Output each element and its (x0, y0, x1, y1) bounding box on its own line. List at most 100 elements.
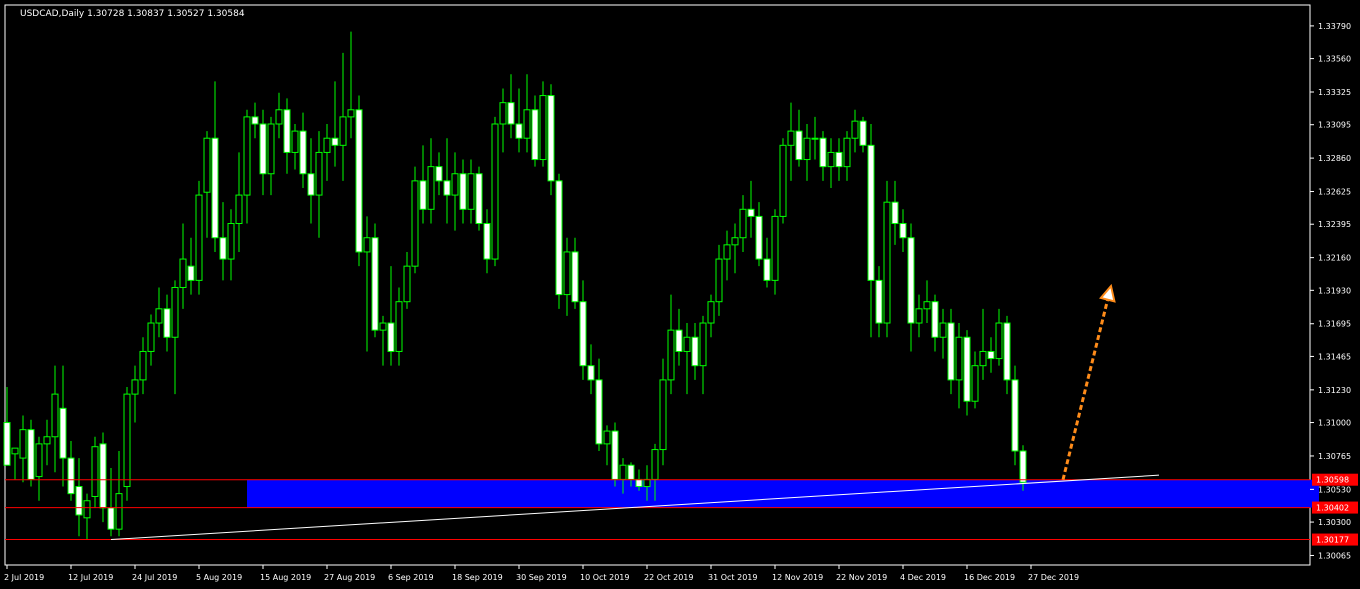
candle (27, 419, 35, 487)
candle (475, 166, 483, 231)
level-label: 1.30598 (1316, 476, 1349, 485)
candle-body (3, 422, 11, 466)
candle-body (611, 430, 619, 480)
y-tick-label: 1.31000 (1318, 419, 1351, 428)
candle-body (123, 393, 131, 488)
candle-body (515, 123, 523, 139)
candle (355, 95, 363, 267)
zone-layer (247, 479, 1319, 508)
level-label: 1.30177 (1316, 536, 1349, 545)
candle (555, 173, 563, 309)
candle-body (947, 322, 955, 381)
candle-body (835, 151, 843, 168)
y-tick-label: 1.31930 (1318, 286, 1351, 295)
candle-body (211, 137, 219, 239)
x-tick-label: 10 Oct 2019 (580, 573, 629, 582)
x-tick-label: 12 Jul 2019 (68, 573, 113, 582)
y-tick-label: 1.33790 (1318, 22, 1351, 31)
x-tick-label: 31 Oct 2019 (708, 573, 757, 582)
candle-body (499, 102, 507, 125)
candle (411, 166, 419, 274)
candle-body (699, 322, 707, 367)
candle-body (867, 144, 875, 281)
candle (123, 387, 131, 501)
candle-body (75, 486, 83, 516)
candle-body (387, 322, 395, 352)
candle (1011, 365, 1019, 466)
candle-body (43, 436, 51, 445)
candle-body (363, 237, 371, 253)
candle-body (715, 258, 723, 303)
candle (547, 84, 555, 196)
candle-body (987, 350, 995, 360)
support-zone (247, 479, 1319, 508)
candle-body (19, 429, 27, 459)
candle-body (547, 95, 555, 182)
candle-body (683, 336, 691, 352)
candle-body (107, 507, 115, 530)
candle-body (827, 151, 835, 168)
candle-body (355, 109, 363, 253)
candle-body (923, 301, 931, 310)
x-tick-label: 15 Aug 2019 (260, 573, 311, 582)
candle-body (571, 251, 579, 303)
candle-body (267, 123, 275, 175)
x-tick-label: 30 Sep 2019 (516, 573, 567, 582)
candle-body (635, 478, 643, 488)
candle-body (931, 301, 939, 338)
x-tick-label: 6 Sep 2019 (388, 573, 434, 582)
candle-body (651, 449, 659, 480)
candle-body (195, 194, 203, 281)
candle-body (347, 109, 355, 118)
candle-body (723, 244, 731, 260)
candle-body (291, 130, 299, 153)
candle-body (99, 443, 107, 509)
candle-body (891, 201, 899, 225)
candle-body (1019, 450, 1027, 483)
y-tick-label: 1.30765 (1318, 452, 1351, 461)
candle-body (155, 308, 163, 324)
candle-body (235, 194, 243, 225)
y-tick-label: 1.30530 (1318, 485, 1351, 494)
x-tick-label: 24 Jul 2019 (132, 573, 177, 582)
chart-title: USDCAD,Daily 1.30728 1.30837 1.30527 1.3… (20, 9, 245, 19)
y-tick-label: 1.32860 (1318, 154, 1351, 163)
candle-body (467, 173, 475, 210)
candle-body (643, 478, 651, 488)
candle-body (979, 350, 987, 367)
candle-body (83, 500, 91, 519)
candle-body (619, 464, 627, 480)
candle-body (707, 301, 715, 324)
candle (611, 422, 619, 487)
candle-body (563, 251, 571, 296)
candle-body (307, 173, 315, 196)
candle-body (915, 308, 923, 324)
y-tick-label: 1.31465 (1318, 352, 1351, 361)
candle-body (179, 258, 187, 288)
candle-body (771, 215, 779, 281)
candle-body (963, 336, 971, 402)
candle (195, 180, 203, 295)
candle-body (1011, 379, 1019, 452)
candle-body (955, 336, 963, 381)
candle-body (115, 493, 123, 530)
candle-body (731, 237, 739, 246)
y-tick-label: 1.31230 (1318, 386, 1351, 395)
candle-body (899, 223, 907, 239)
chart-window[interactable]: USDCAD,Daily 1.30728 1.30837 1.30527 1.3… (0, 0, 1360, 589)
candle (371, 223, 379, 338)
candle-body (659, 379, 667, 451)
candle-body (163, 308, 171, 338)
candle-body (275, 109, 283, 125)
candle-body (691, 336, 699, 367)
candlestick-chart[interactable]: USDCAD,Daily 1.30728 1.30837 1.30527 1.3… (0, 0, 1360, 589)
y-tick-label: 1.30300 (1318, 518, 1351, 527)
candle-body (675, 329, 683, 352)
x-tick-label: 22 Nov 2019 (836, 573, 887, 582)
level-label: 1.30402 (1316, 504, 1349, 513)
candle-body (51, 393, 59, 438)
candle-body (259, 123, 267, 175)
candle-body (595, 379, 603, 445)
x-tick-label: 18 Sep 2019 (452, 573, 503, 582)
y-tick-label: 1.33325 (1318, 88, 1351, 97)
